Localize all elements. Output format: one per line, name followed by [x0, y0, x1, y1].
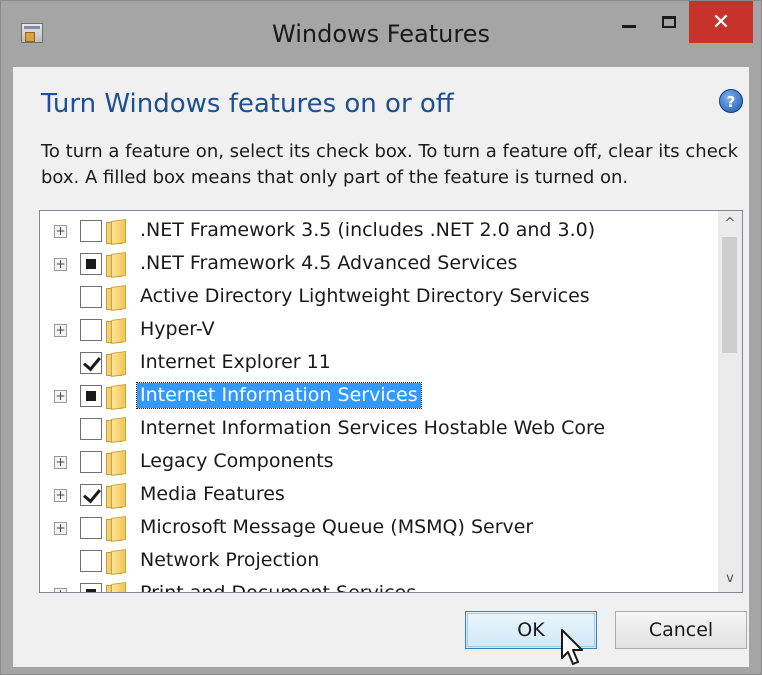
- feature-row[interactable]: + Legacy Components: [40, 446, 720, 479]
- feature-label[interactable]: Hyper-V: [137, 317, 218, 342]
- feature-checkbox[interactable]: [80, 385, 102, 407]
- feature-row[interactable]: + Microsoft Message Queue (MSMQ) Server: [40, 512, 720, 545]
- expand-icon[interactable]: +: [54, 522, 67, 535]
- feature-label[interactable]: Print and Document Services: [137, 581, 419, 592]
- feature-row[interactable]: + Hyper-V: [40, 314, 720, 347]
- feature-row[interactable]: + Print and Document Services: [40, 578, 720, 592]
- expand-icon[interactable]: +: [54, 324, 67, 337]
- expand-icon[interactable]: +: [54, 258, 67, 271]
- scroll-down-icon[interactable]: v: [718, 568, 742, 590]
- scrollbar-thumb[interactable]: [722, 237, 737, 353]
- feature-checkbox[interactable]: [80, 220, 102, 242]
- folder-icon: [106, 385, 126, 409]
- folder-icon: [106, 352, 126, 376]
- feature-label[interactable]: .NET Framework 4.5 Advanced Services: [137, 251, 520, 276]
- page-title: Turn Windows features on or off: [41, 89, 454, 119]
- folder-icon: [106, 418, 126, 442]
- dialog-content: Turn Windows features on or off ? To tur…: [13, 67, 749, 667]
- feature-checkbox[interactable]: [80, 484, 102, 506]
- folder-icon: [106, 583, 126, 592]
- maximize-button[interactable]: [649, 1, 689, 43]
- feature-row[interactable]: + .NET Framework 4.5 Advanced Services: [40, 248, 720, 281]
- feature-checkbox[interactable]: [80, 451, 102, 473]
- windows-features-dialog: Windows Features ✕ Turn Windows features…: [0, 0, 762, 675]
- feature-checkbox[interactable]: [80, 253, 102, 275]
- folder-icon: [106, 550, 126, 574]
- feature-label[interactable]: Internet Information Services: [136, 382, 422, 409]
- feature-row[interactable]: Network Projection: [40, 545, 720, 578]
- minimize-button[interactable]: [609, 1, 649, 43]
- feature-label[interactable]: Internet Information Services Hostable W…: [137, 416, 608, 441]
- feature-checkbox[interactable]: [80, 583, 102, 592]
- feature-label[interactable]: Legacy Components: [137, 449, 337, 474]
- vertical-scrollbar[interactable]: ^ v: [718, 211, 742, 592]
- feature-label[interactable]: Network Projection: [137, 548, 322, 573]
- feature-checkbox[interactable]: [80, 319, 102, 341]
- folder-icon: [106, 517, 126, 541]
- feature-checkbox[interactable]: [80, 352, 102, 374]
- feature-label[interactable]: Media Features: [137, 482, 288, 507]
- title-bar[interactable]: Windows Features ✕: [1, 1, 761, 67]
- feature-checkbox[interactable]: [80, 418, 102, 440]
- feature-label[interactable]: Active Directory Lightweight Directory S…: [137, 284, 593, 309]
- close-button[interactable]: ✕: [689, 1, 753, 43]
- feature-row[interactable]: Internet Explorer 11: [40, 347, 720, 380]
- folder-icon: [106, 484, 126, 508]
- folder-icon: [106, 253, 126, 277]
- feature-checkbox[interactable]: [80, 517, 102, 539]
- feature-label[interactable]: Microsoft Message Queue (MSMQ) Server: [137, 515, 536, 540]
- feature-checkbox[interactable]: [80, 286, 102, 308]
- mouse-pointer-icon: [561, 629, 583, 665]
- expand-icon[interactable]: +: [54, 489, 67, 502]
- folder-icon: [106, 319, 126, 343]
- instructions-text: To turn a feature on, select its check b…: [41, 141, 739, 188]
- feature-row[interactable]: + Media Features: [40, 479, 720, 512]
- expand-icon[interactable]: +: [54, 588, 67, 592]
- close-icon: ✕: [711, 9, 731, 35]
- expand-icon[interactable]: +: [54, 456, 67, 469]
- maximize-icon: [662, 16, 676, 28]
- folder-icon: [106, 286, 126, 310]
- feature-row[interactable]: Internet Information Services Hostable W…: [40, 413, 720, 446]
- expand-icon[interactable]: +: [54, 390, 67, 403]
- feature-row[interactable]: Active Directory Lightweight Directory S…: [40, 281, 720, 314]
- feature-tree[interactable]: + Print and Document Services Network Proj…: [39, 210, 743, 593]
- minimize-icon: [622, 24, 636, 28]
- feature-checkbox[interactable]: [80, 550, 102, 572]
- feature-label[interactable]: .NET Framework 3.5 (includes .NET 2.0 an…: [137, 218, 598, 243]
- help-icon[interactable]: ?: [719, 89, 743, 113]
- scroll-up-icon[interactable]: ^: [718, 213, 742, 235]
- feature-row[interactable]: + Internet Information Services: [40, 380, 720, 413]
- folder-icon: [106, 220, 126, 244]
- feature-row[interactable]: + .NET Framework 3.5 (includes .NET 2.0 a…: [40, 215, 720, 248]
- folder-icon: [106, 451, 126, 475]
- feature-label[interactable]: Internet Explorer 11: [137, 350, 334, 375]
- expand-icon[interactable]: +: [54, 225, 67, 238]
- cancel-button[interactable]: Cancel: [615, 611, 747, 649]
